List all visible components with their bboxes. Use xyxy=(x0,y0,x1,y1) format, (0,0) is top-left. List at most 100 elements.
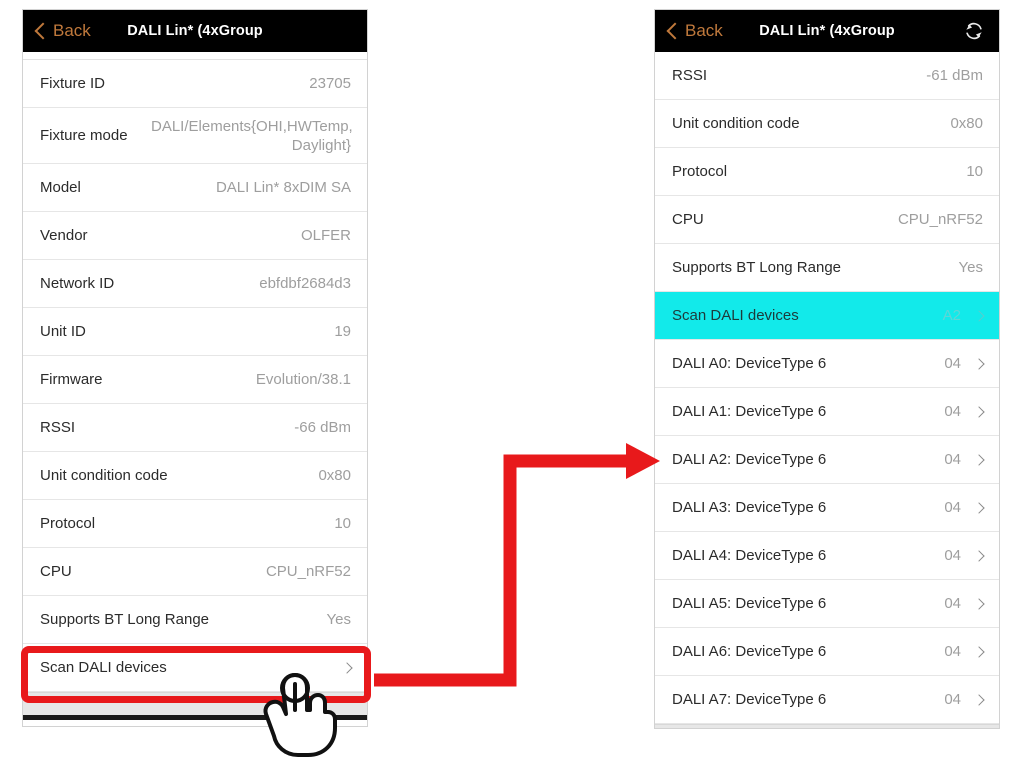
list-row: Vendor OLFER xyxy=(23,212,367,260)
chevron-right-icon xyxy=(973,597,985,610)
chevron-right-icon xyxy=(973,309,985,322)
list-row-label: Fixture ID xyxy=(40,75,106,92)
chevron-right-icon xyxy=(341,661,353,674)
list-row-value: 23705 xyxy=(309,75,351,92)
list-row[interactable]: DALI A0: DeviceType 6 04 xyxy=(655,340,999,388)
list-row: CPU CPU_nRF52 xyxy=(655,196,999,244)
back-button-right[interactable]: Back xyxy=(666,21,723,41)
list-row[interactable]: DALI A5: DeviceType 6 04 xyxy=(655,580,999,628)
list-row[interactable]: DALI A2: DeviceType 6 04 xyxy=(655,436,999,484)
list-row-right: 04 xyxy=(944,451,985,468)
screenshot-root: Back DALI Lin* (4xGroup Fixture ID 23705 F… xyxy=(0,0,1024,757)
list-row-label: RSSI xyxy=(672,67,708,84)
list-row: Firmware Evolution/38.1 xyxy=(23,356,367,404)
list-row: Fixture mode DALI/Elements{OHI,HWTemp, Da… xyxy=(23,108,367,164)
list-row-value: 04 xyxy=(944,547,961,564)
list-row-right: -61 dBm xyxy=(926,67,983,84)
list-row-right: 04 xyxy=(944,499,985,516)
list-row-label: DALI A3: DeviceType 6 xyxy=(672,499,827,516)
list-row-right: DALI/Elements{OHI,HWTemp, Daylight} xyxy=(151,117,353,155)
list-row-label: Model xyxy=(40,179,81,196)
chevron-right-icon xyxy=(973,405,985,418)
list-row: Protocol 10 xyxy=(655,148,999,196)
list-row-label: Fixture mode xyxy=(40,127,128,144)
list-row-label: Unit condition code xyxy=(672,115,800,132)
list-row-value: CPU_nRF52 xyxy=(265,563,351,580)
list-row-value: 04 xyxy=(944,403,961,420)
list-row-value: CPU_nRF52 xyxy=(897,211,983,228)
chevron-right-icon xyxy=(973,501,985,514)
list-row: Fixture ID 23705 xyxy=(23,60,367,108)
list-row[interactable]: DALI A4: DeviceType 6 04 xyxy=(655,532,999,580)
list-row: Unit condition code 0x80 xyxy=(655,100,999,148)
list-row-label: Network ID xyxy=(40,275,115,292)
list-row-value: Evolution/38.1 xyxy=(255,371,351,388)
list-row: RSSI -66 dBm xyxy=(23,404,367,452)
list-row-right: 04 xyxy=(944,691,985,708)
list-row-value: DALI/Elements{OHI,HWTemp, Daylight} xyxy=(151,117,353,154)
list-row-label: Protocol xyxy=(40,515,96,532)
list-row[interactable]: DALI A7: DeviceType 6 04 xyxy=(655,676,999,724)
chevron-right-icon xyxy=(973,693,985,706)
annotation-arrow xyxy=(374,443,660,687)
list-row: Supports BT Long Range Yes xyxy=(655,244,999,292)
list-row: Supports BT Long Range Yes xyxy=(23,596,367,644)
list-row-value: Yes xyxy=(958,259,983,276)
list-row-right: 04 xyxy=(944,355,985,372)
list-row[interactable]: DALI A1: DeviceType 6 04 xyxy=(655,388,999,436)
detail-list-left: Fixture ID 23705 Fixture mode DALI/Elements… xyxy=(23,60,367,692)
list-row-value: 04 xyxy=(944,595,961,612)
list-row-right xyxy=(329,661,353,674)
list-footer-left xyxy=(23,692,367,715)
list-row-right: 0x80 xyxy=(950,115,983,132)
list-row-label: DALI A1: DeviceType 6 xyxy=(672,403,827,420)
list-row: CPU CPU_nRF52 xyxy=(23,548,367,596)
list-row[interactable]: Scan DALI devices A2 xyxy=(655,292,999,340)
navbar-left: Back DALI Lin* (4xGroup xyxy=(23,10,367,52)
list-row: Network ID ebfdbf2684d3 xyxy=(23,260,367,308)
list-row-label: Firmware xyxy=(40,371,103,388)
chevron-left-icon xyxy=(34,22,52,40)
list-row-value: 0x80 xyxy=(950,115,983,132)
back-button-label: Back xyxy=(685,21,723,40)
list-row-value: DALI Lin* 8xDIM SA xyxy=(215,179,351,196)
list-top-spacer-left xyxy=(23,52,367,60)
phone-screen-right: Back DALI Lin* (4xGroup RSSI -61 dBm Unit … xyxy=(654,9,1000,729)
list-row-value: 19 xyxy=(334,323,351,340)
list-row-value: -61 dBm xyxy=(926,67,983,84)
list-row-value: 04 xyxy=(944,451,961,468)
list-footer-right xyxy=(655,724,999,728)
list-row: Unit ID 19 xyxy=(23,308,367,356)
list-row-value: Yes xyxy=(326,611,351,628)
phone-screen-left: Back DALI Lin* (4xGroup Fixture ID 23705 F… xyxy=(22,9,368,727)
list-row: Unit condition code 0x80 xyxy=(23,452,367,500)
list-row-right: 04 xyxy=(944,595,985,612)
list-row-value: ebfdbf2684d3 xyxy=(259,275,351,292)
list-row-label: Unit ID xyxy=(40,323,86,340)
list-row[interactable]: DALI A6: DeviceType 6 04 xyxy=(655,628,999,676)
list-row-label: Scan DALI devices xyxy=(672,307,799,324)
list-row[interactable]: Scan DALI devices xyxy=(23,644,367,692)
list-row-label: Protocol xyxy=(672,163,728,180)
list-row-label: RSSI xyxy=(40,419,76,436)
list-row[interactable]: DALI A3: DeviceType 6 04 xyxy=(655,484,999,532)
chevron-left-icon xyxy=(666,22,684,40)
list-row-right: 23705 xyxy=(309,75,351,92)
back-button-label: Back xyxy=(53,21,91,40)
list-row-label: DALI A4: DeviceType 6 xyxy=(672,547,827,564)
back-button-left[interactable]: Back xyxy=(34,21,91,41)
refresh-icon[interactable] xyxy=(963,20,985,42)
list-row-value: 04 xyxy=(944,355,961,372)
chevron-right-icon xyxy=(973,357,985,370)
list-row-value: 10 xyxy=(334,515,351,532)
list-row-label: Vendor xyxy=(40,227,88,244)
list-row-value: 04 xyxy=(944,691,961,708)
list-row-right: Yes xyxy=(327,611,351,628)
list-row: Model DALI Lin* 8xDIM SA xyxy=(23,164,367,212)
list-row-label: Scan DALI devices xyxy=(40,659,167,676)
list-row-right: DALI Lin* 8xDIM SA xyxy=(216,179,351,196)
list-row-right: 19 xyxy=(334,323,351,340)
list-row-right: A2 xyxy=(943,307,985,324)
chevron-right-icon xyxy=(973,549,985,562)
list-row-value: OLFER xyxy=(300,227,351,244)
